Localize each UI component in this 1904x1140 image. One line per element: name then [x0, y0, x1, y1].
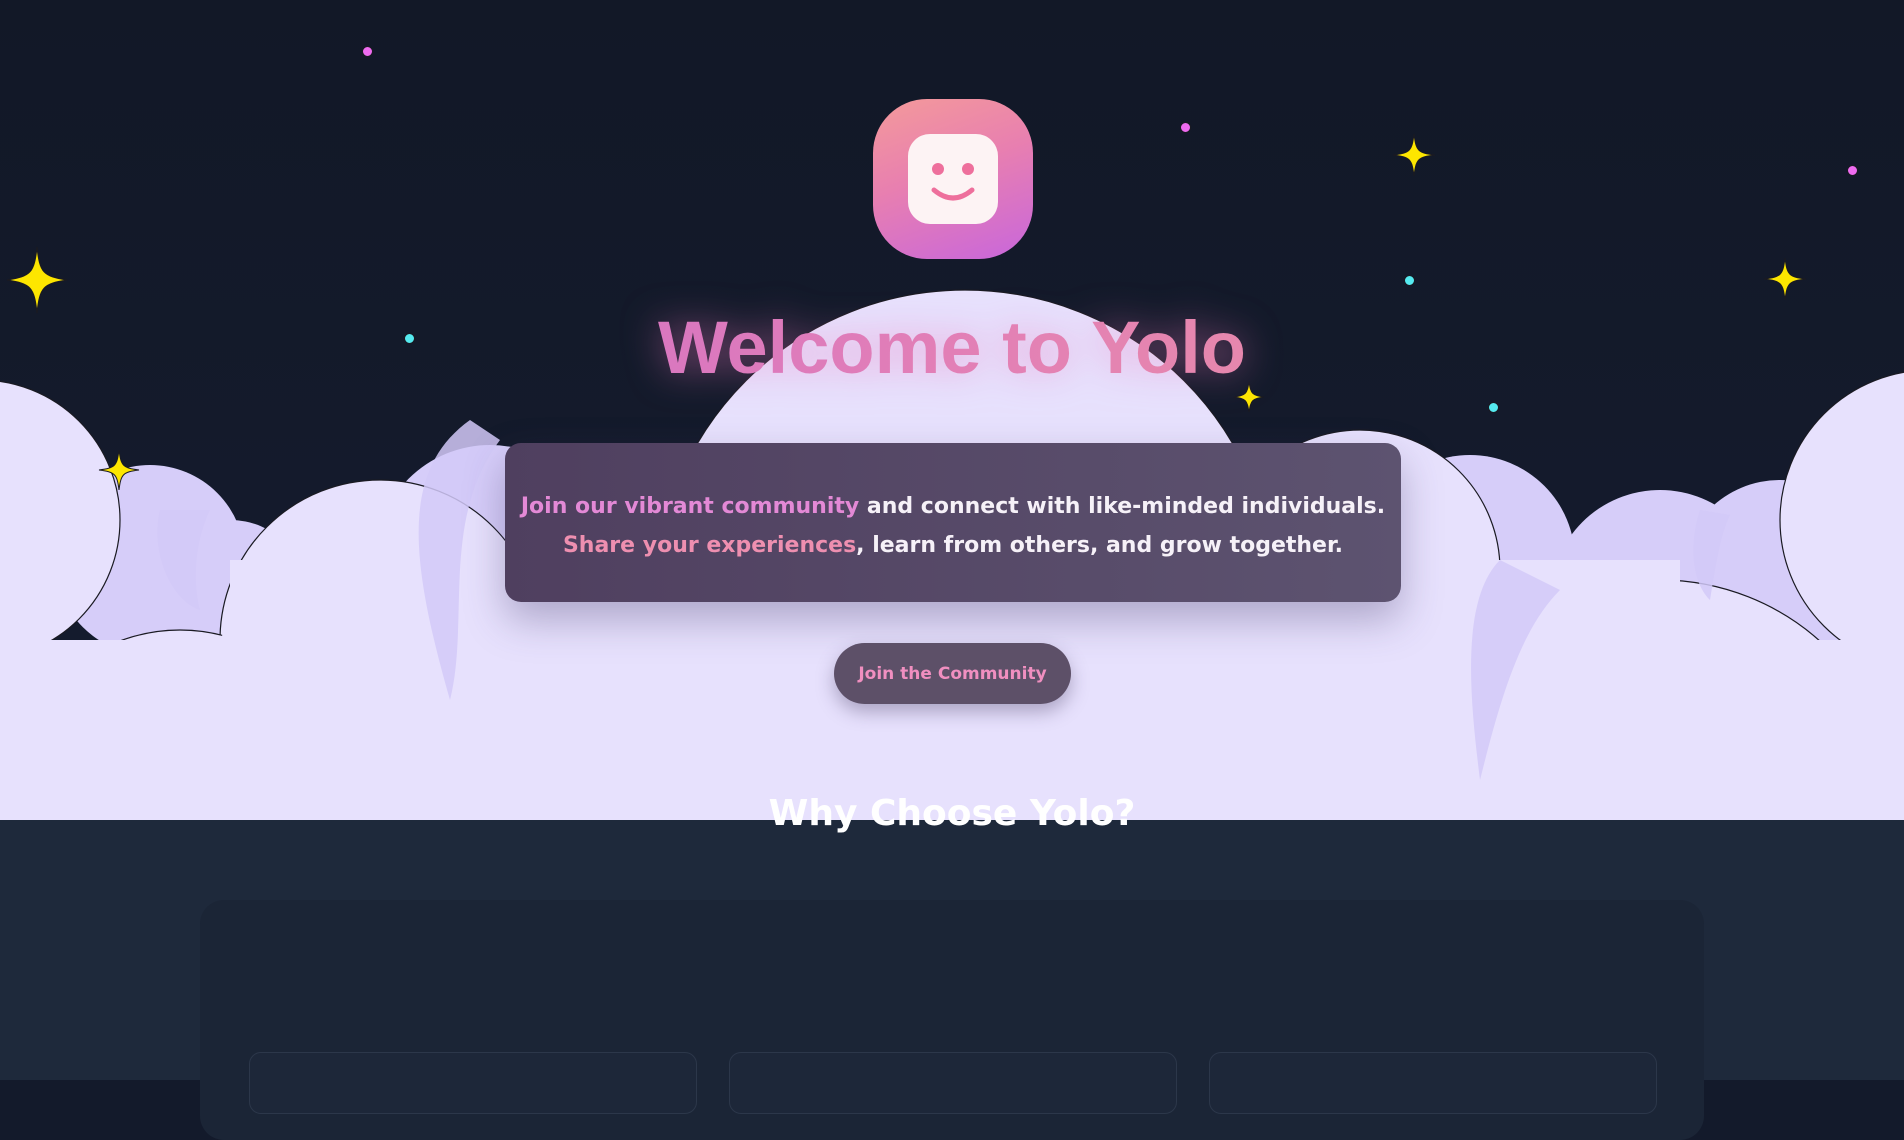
tagline-text: , learn from others, and grow together.	[856, 533, 1344, 558]
join-community-button[interactable]: Join the Community	[834, 643, 1071, 704]
tagline-highlight: Share your experiences	[562, 533, 857, 558]
smiley-face-icon	[908, 134, 998, 224]
sparkle-star-icon	[1392, 133, 1436, 177]
hero-section: Welcome to Yolo Join our vibrant communi…	[0, 0, 1904, 820]
tagline-text: and connect with like-minded individuals…	[859, 494, 1386, 519]
feature-card[interactable]	[1209, 1052, 1657, 1114]
features-section: Why Choose Yolo?	[0, 793, 1904, 1140]
tagline-card: Join our vibrant community and connect w…	[505, 443, 1401, 602]
dot-icon	[1488, 402, 1499, 413]
sparkle-star-icon	[98, 449, 140, 491]
logo	[873, 99, 1033, 259]
sparkle-star-icon	[1763, 257, 1807, 301]
dot-icon	[1180, 122, 1191, 133]
section-title: Why Choose Yolo?	[768, 793, 1136, 834]
dot-icon	[1847, 165, 1858, 176]
dot-icon	[1404, 275, 1415, 286]
tagline-line-2: Share your experiences, learn from other…	[505, 526, 1401, 565]
feature-card[interactable]	[729, 1052, 1177, 1114]
tagline-highlight: Join our vibrant community	[520, 494, 860, 519]
page-title: Welcome to Yolo	[0, 300, 1904, 396]
tagline-line-1: Join our vibrant community and connect w…	[505, 487, 1401, 526]
dot-icon	[362, 46, 373, 57]
feature-card[interactable]	[249, 1052, 697, 1114]
